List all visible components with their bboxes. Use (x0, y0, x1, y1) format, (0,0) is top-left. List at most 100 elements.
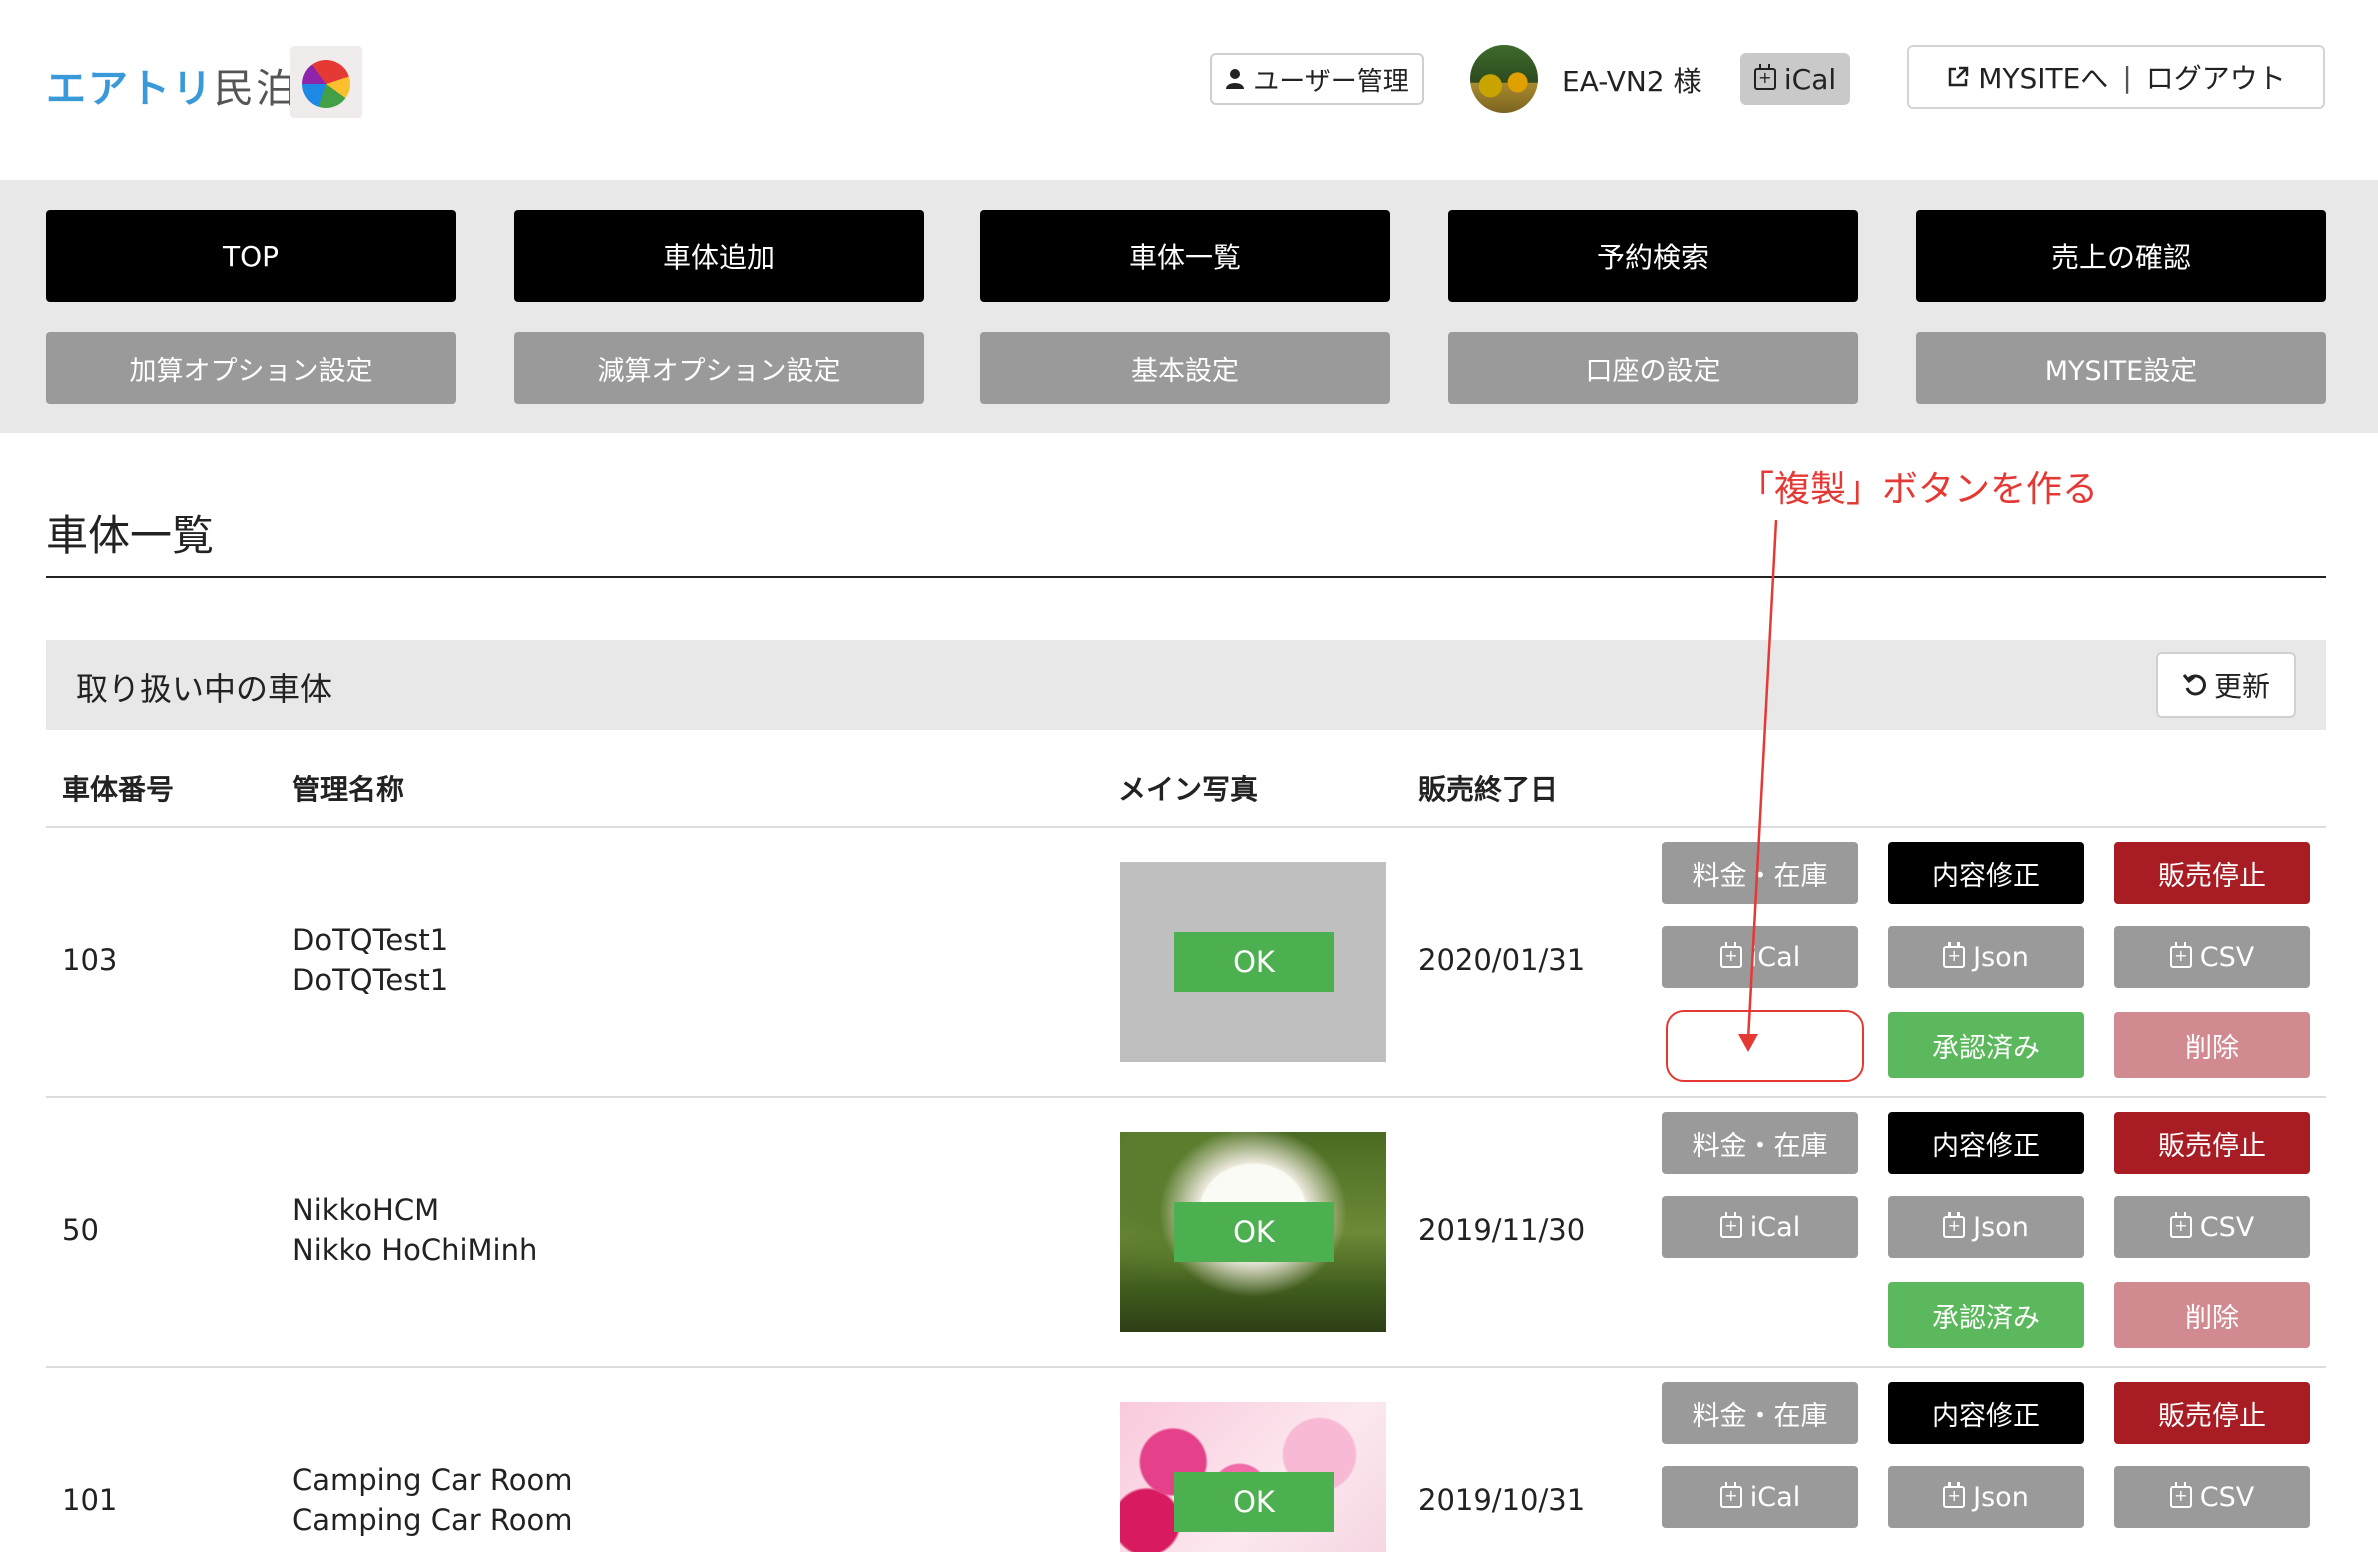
stop-sale-button[interactable]: 販売停止 (2114, 1112, 2310, 1174)
calendar-plus-icon (1753, 64, 1776, 90)
price-stock-button[interactable]: 料金・在庫 (1662, 1112, 1858, 1174)
ical-label: iCal (1749, 1481, 1801, 1513)
ical-button[interactable]: iCal (1662, 1466, 1858, 1528)
ical-button[interactable]: iCal (1662, 926, 1858, 988)
vehicle-id: 103 (62, 943, 118, 977)
nav-top[interactable]: TOP (46, 210, 456, 302)
price-stock-button[interactable]: 料金・在庫 (1662, 1382, 1858, 1444)
calendar-plus-icon (1719, 1482, 1742, 1508)
edit-button[interactable]: 内容修正 (1888, 1112, 2084, 1174)
external-link-icon (1948, 66, 1969, 87)
header-separator: | (2122, 60, 2132, 94)
evolable-asia-logo (290, 46, 362, 118)
vehicle-name: Camping Car Room (292, 1463, 573, 1497)
main-photo[interactable]: OK (1120, 1132, 1386, 1332)
annotation-placeholder-box (1666, 1010, 1864, 1082)
json-label: Json (1973, 1481, 2029, 1513)
calendar-plus-icon (2169, 1482, 2192, 1508)
mysite-link[interactable]: MYSITEへ (1946, 57, 2108, 97)
vehicle-name-sub: Camping Car Room (292, 1503, 573, 1537)
approved-button[interactable]: 承認済み (1888, 1282, 2084, 1348)
json-button[interactable]: Json (1888, 1196, 2084, 1258)
ical-header-label: iCal (1783, 62, 1837, 96)
calendar-plus-icon (1943, 1212, 1966, 1238)
globe-icon (302, 60, 350, 108)
brand-secondary: 民泊 (214, 66, 298, 112)
nav-basic-settings[interactable]: 基本設定 (980, 332, 1390, 404)
csv-button[interactable]: CSV (2114, 1466, 2310, 1528)
row-divider (46, 1096, 2326, 1098)
sale-end-date: 2020/01/31 (1418, 943, 1586, 977)
main-photo[interactable]: OK (1120, 862, 1386, 1062)
page-title: 車体一覧 (46, 511, 215, 560)
price-stock-button[interactable]: 料金・在庫 (1662, 842, 1858, 904)
column-header-photo: メイン写真 (1118, 773, 1259, 806)
sale-end-date: 2019/10/31 (1418, 1483, 1586, 1517)
table-divider (46, 826, 2326, 828)
nav-discount-options[interactable]: 減算オプション設定 (514, 332, 924, 404)
stop-sale-button[interactable]: 販売停止 (2114, 1382, 2310, 1444)
column-header-name: 管理名称 (292, 773, 405, 806)
nav-sales[interactable]: 売上の確認 (1916, 210, 2326, 302)
nav-reservation-search[interactable]: 予約検索 (1448, 210, 1858, 302)
calendar-plus-icon (2169, 942, 2192, 968)
section-header: 取り扱い中の車体 (46, 640, 2326, 730)
csv-label: CSV (2199, 1481, 2255, 1513)
vehicle-id: 50 (62, 1213, 99, 1247)
json-label: Json (1973, 1211, 2029, 1243)
annotation-label: 「複製」ボタンを作る (1738, 469, 2099, 510)
refresh-button[interactable]: 更新 (2156, 652, 2296, 718)
vehicle-name-sub: DoTQTest1 (292, 963, 449, 997)
delete-button[interactable]: 削除 (2114, 1282, 2310, 1348)
ical-label: iCal (1749, 941, 1801, 973)
main-photo[interactable]: OK (1120, 1402, 1386, 1552)
photo-ok-badge: OK (1174, 932, 1334, 992)
refresh-icon (2182, 674, 2206, 696)
username: EA-VN2 様 (1562, 65, 1702, 98)
refresh-label: 更新 (2213, 670, 2270, 703)
nav-add-options[interactable]: 加算オプション設定 (46, 332, 456, 404)
edit-button[interactable]: 内容修正 (1888, 1382, 2084, 1444)
csv-label: CSV (2199, 1211, 2255, 1243)
vehicle-name-sub: Nikko HoChiMinh (292, 1233, 538, 1267)
nav-account-settings[interactable]: 口座の設定 (1448, 332, 1858, 404)
nav-add-vehicle[interactable]: 車体追加 (514, 210, 924, 302)
json-label: Json (1973, 941, 2029, 973)
ical-label: iCal (1749, 1211, 1801, 1243)
edit-button[interactable]: 内容修正 (1888, 842, 2084, 904)
column-header-id: 車体番号 (62, 773, 175, 806)
csv-button[interactable]: CSV (2114, 926, 2310, 988)
user-management-label: ユーザー管理 (1253, 66, 1409, 97)
photo-ok-badge: OK (1174, 1472, 1334, 1532)
mysite-label: MYSITEへ (1978, 62, 2109, 95)
stop-sale-button[interactable]: 販売停止 (2114, 842, 2310, 904)
brand-logo[interactable]: エアトリ民泊 (46, 56, 298, 114)
user-icon (1226, 69, 1245, 89)
ical-button[interactable]: iCal (1662, 1196, 1858, 1258)
ical-header-button[interactable]: iCal (1740, 53, 1850, 105)
avatar[interactable] (1470, 45, 1538, 113)
section-title: 取り扱い中の車体 (76, 670, 333, 708)
json-button[interactable]: Json (1888, 926, 2084, 988)
csv-button[interactable]: CSV (2114, 1196, 2310, 1258)
nav-mysite-settings[interactable]: MYSITE設定 (1916, 332, 2326, 404)
delete-button[interactable]: 削除 (2114, 1012, 2310, 1078)
user-management-button[interactable]: ユーザー管理 (1210, 53, 1424, 105)
title-divider (46, 576, 2326, 578)
vehicle-name: DoTQTest1 (292, 923, 449, 957)
vehicle-id: 101 (62, 1483, 118, 1517)
brand-primary: エアトリ (46, 66, 214, 112)
approved-button[interactable]: 承認済み (1888, 1012, 2084, 1078)
photo-ok-badge: OK (1174, 1202, 1334, 1262)
calendar-plus-icon (1719, 942, 1742, 968)
mysite-logout-box: MYSITEへ | ログアウト (1907, 45, 2325, 109)
calendar-plus-icon (2169, 1212, 2192, 1238)
json-button[interactable]: Json (1888, 1466, 2084, 1528)
nav-vehicle-list[interactable]: 車体一覧 (980, 210, 1390, 302)
calendar-plus-icon (1943, 1482, 1966, 1508)
logout-link[interactable]: ログアウト (2146, 57, 2286, 97)
main-nav: TOP 車体追加 車体一覧 予約検索 売上の確認 加算オプション設定 減算オプシ… (0, 180, 2378, 433)
column-header-end-date: 販売終了日 (1418, 773, 1559, 806)
header: エアトリ民泊 ユーザー管理 EA-VN2 様 iCal MYSITEへ | ログ… (0, 0, 2378, 180)
calendar-plus-icon (1719, 1212, 1742, 1238)
